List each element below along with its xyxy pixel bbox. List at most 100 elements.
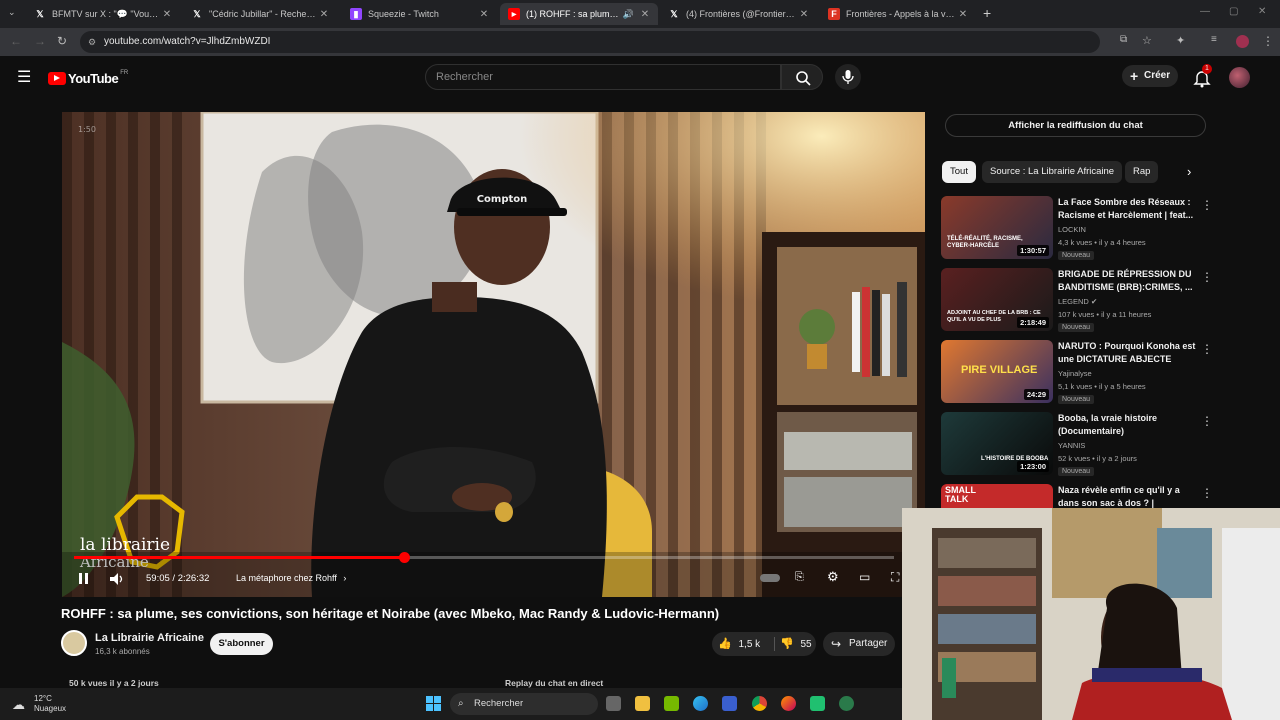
video-thumbnail[interactable]: SMALL TALK — [941, 484, 1053, 508]
browser-tab[interactable]: 𝕏 BFMTV sur X : "💬 "Vous ne se ✕ — [26, 3, 180, 25]
chapter-button[interactable]: La métaphore chez Rohff › — [228, 569, 354, 587]
chip-rap[interactable]: Rap — [1125, 161, 1159, 183]
video-channel[interactable]: YANNIS — [1058, 441, 1085, 450]
more-options-icon[interactable]: ⋮ — [1201, 270, 1213, 284]
create-button[interactable]: + Créer — [1122, 65, 1178, 87]
notifications-button[interactable]: 1 — [1192, 64, 1212, 88]
progress-bar[interactable] — [74, 552, 894, 563]
video-title[interactable]: NARUTO : Pourquoi Konoha est une DICTATU… — [1058, 340, 1196, 366]
video-thumbnail[interactable]: TÉLÉ-RÉALITÉ, RACISME, CYBER-HARCÈLE 1:3… — [941, 196, 1053, 259]
search-button[interactable] — [781, 64, 823, 90]
browser-menu-icon[interactable]: ⋮ — [1262, 34, 1274, 48]
app-icon[interactable] — [839, 696, 854, 711]
chip-scroll-right-icon[interactable]: › — [1187, 164, 1191, 179]
video-title: ROHFF : sa plume, ses convictions, son h… — [61, 606, 720, 621]
tab-close-icon[interactable]: ✕ — [956, 9, 970, 20]
search-input[interactable]: Rechercher — [425, 64, 781, 90]
extensions-icon[interactable]: ✦ — [1176, 34, 1185, 47]
video-title[interactable]: Naza révèle enfin ce qu'il y a dans son … — [1058, 484, 1196, 508]
tab-close-icon[interactable]: ✕ — [317, 9, 331, 20]
hamburger-menu-icon[interactable]: ☰ — [17, 67, 31, 87]
share-arrow-icon: ↪ — [831, 637, 842, 651]
site-info-icon[interactable]: ⚙ — [88, 31, 96, 53]
url-field[interactable]: ⚙ youtube.com/watch?v=JlhdZmbWZDI — [80, 31, 1100, 53]
file-explorer-icon[interactable] — [635, 696, 650, 711]
more-options-icon[interactable]: ⋮ — [1201, 414, 1213, 428]
speaker-icon[interactable]: 🔊 — [623, 9, 634, 20]
voice-search-button[interactable] — [835, 64, 861, 90]
account-avatar[interactable] — [1229, 67, 1250, 88]
install-app-icon[interactable]: ⧉ — [1120, 34, 1127, 45]
tab-close-icon[interactable]: ✕ — [477, 9, 491, 20]
miniplayer-icon[interactable]: ▭ — [859, 570, 870, 584]
tab-close-icon[interactable]: ✕ — [160, 9, 174, 20]
progress-scrubber[interactable] — [399, 552, 411, 563]
channel-name[interactable]: La Librairie Africaine — [95, 632, 204, 644]
back-arrow-icon[interactable]: ← — [10, 34, 22, 48]
profile-avatar[interactable] — [1236, 35, 1249, 48]
close-window-icon[interactable]: ✕ — [1258, 6, 1266, 17]
forward-arrow-icon[interactable]: → — [34, 34, 46, 48]
tab-close-icon[interactable]: ✕ — [797, 9, 811, 20]
channel-avatar[interactable] — [61, 630, 87, 656]
video-thumbnail[interactable]: ADJOINT AU CHEF DE LA BRB : CE QU'IL A V… — [941, 268, 1053, 331]
show-chat-replay-button[interactable]: Afficher la rediffusion du chat — [945, 114, 1206, 137]
firefox-icon[interactable] — [781, 696, 796, 711]
video-title[interactable]: BRIGADE DE RÉPRESSION DU BANDITISME (BRB… — [1058, 268, 1196, 294]
minimize-icon[interactable]: — — [1200, 6, 1210, 17]
more-options-icon[interactable]: ⋮ — [1201, 486, 1211, 500]
bookmark-star-icon[interactable]: ☆ — [1142, 34, 1152, 47]
video-thumbnail[interactable]: PIRE VILLAGE 24:29 — [941, 340, 1053, 403]
recommended-video[interactable]: L'HISTOIRE DE BOOBA 1:23:00 Booba, la vr… — [941, 412, 1213, 478]
browser-tab[interactable]: ▮ Squeezie - Twitch ✕ — [342, 3, 497, 25]
browser-tab[interactable]: F Frontières - Appels à la violenc ✕ — [820, 3, 976, 25]
chip-source[interactable]: Source : La Librairie Africaine — [982, 161, 1123, 183]
pause-icon[interactable] — [76, 571, 92, 587]
search-icon — [796, 71, 811, 86]
video-thumbnail[interactable]: L'HISTOIRE DE BOOBA 1:23:00 — [941, 412, 1053, 475]
chip-all[interactable]: Tout — [942, 161, 976, 183]
browser-tab-active[interactable]: ▶ (1) ROHFF : sa plume, ses co 🔊 ✕ — [500, 3, 658, 25]
video-channel[interactable]: LEGEND ✔ — [1058, 297, 1097, 306]
app-green-icon[interactable] — [810, 696, 825, 711]
volume-icon[interactable] — [108, 571, 126, 587]
task-view-icon[interactable] — [606, 696, 621, 711]
create-label: Créer — [1144, 70, 1171, 81]
browser-tab[interactable]: 𝕏 (4) Frontières (@Frontieresmed ✕ — [660, 3, 817, 25]
video-title[interactable]: Booba, la vraie histoire (Documentaire) — [1058, 412, 1196, 438]
reload-icon[interactable]: ↻ — [57, 34, 67, 48]
like-button[interactable]: 👍 1,5 k — [718, 632, 760, 656]
edge-icon[interactable] — [693, 696, 708, 711]
video-player[interactable]: Compton la librairie Africaine 1:50 — [62, 112, 925, 597]
video-channel[interactable]: Yajinalyse — [1058, 369, 1092, 378]
chrome-icon[interactable] — [752, 696, 767, 711]
subscribe-button[interactable]: S'abonner — [210, 633, 273, 655]
video-channel[interactable]: LOCKIN — [1058, 225, 1086, 234]
more-options-icon[interactable]: ⋮ — [1201, 342, 1213, 356]
recommended-video[interactable]: TÉLÉ-RÉALITÉ, RACISME, CYBER-HARCÈLE 1:3… — [941, 196, 1213, 262]
video-title[interactable]: La Face Sombre des Réseaux : Racisme et … — [1058, 196, 1196, 222]
recommended-video[interactable]: PIRE VILLAGE 24:29 NARUTO : Pourquoi Kon… — [941, 340, 1213, 406]
more-options-icon[interactable]: ⋮ — [1201, 198, 1213, 212]
media-control-icon[interactable]: ≡ — [1211, 34, 1217, 45]
dislike-button[interactable]: 👎 55 — [780, 632, 812, 656]
youtube-logo[interactable]: YouTube FR — [48, 69, 128, 87]
new-tab-plus-icon[interactable]: + — [983, 5, 991, 21]
tab-title: (1) ROHFF : sa plume, ses co — [526, 9, 623, 19]
taskbar-search[interactable]: ⌕ Rechercher — [450, 693, 598, 715]
browser-tab[interactable]: 𝕏 "Cédric Jubillar" - Recherche / X ✕ — [183, 3, 337, 25]
share-button[interactable]: ↪ Partager — [823, 632, 895, 656]
maximize-icon[interactable]: ▢ — [1229, 6, 1238, 17]
windows-start-icon[interactable] — [426, 696, 441, 711]
recommended-video[interactable]: ADJOINT AU CHEF DE LA BRB : CE QU'IL A V… — [941, 268, 1213, 334]
recommended-video[interactable]: SMALL TALK Naza révèle enfin ce qu'il y … — [941, 484, 1211, 508]
settings-gear-icon[interactable]: ⚙ — [827, 569, 839, 585]
subtitles-icon[interactable]: ⎘ — [795, 571, 804, 584]
youtube-icon: ▶ — [508, 8, 520, 20]
nvidia-icon[interactable] — [664, 696, 679, 711]
tab-close-icon[interactable]: ✕ — [638, 9, 652, 20]
tab-list-chevron-icon[interactable]: ⌄ — [8, 7, 16, 18]
fullscreen-icon[interactable]: ⛶ — [891, 570, 899, 585]
autoplay-toggle[interactable] — [760, 574, 780, 582]
store-icon[interactable] — [722, 696, 737, 711]
